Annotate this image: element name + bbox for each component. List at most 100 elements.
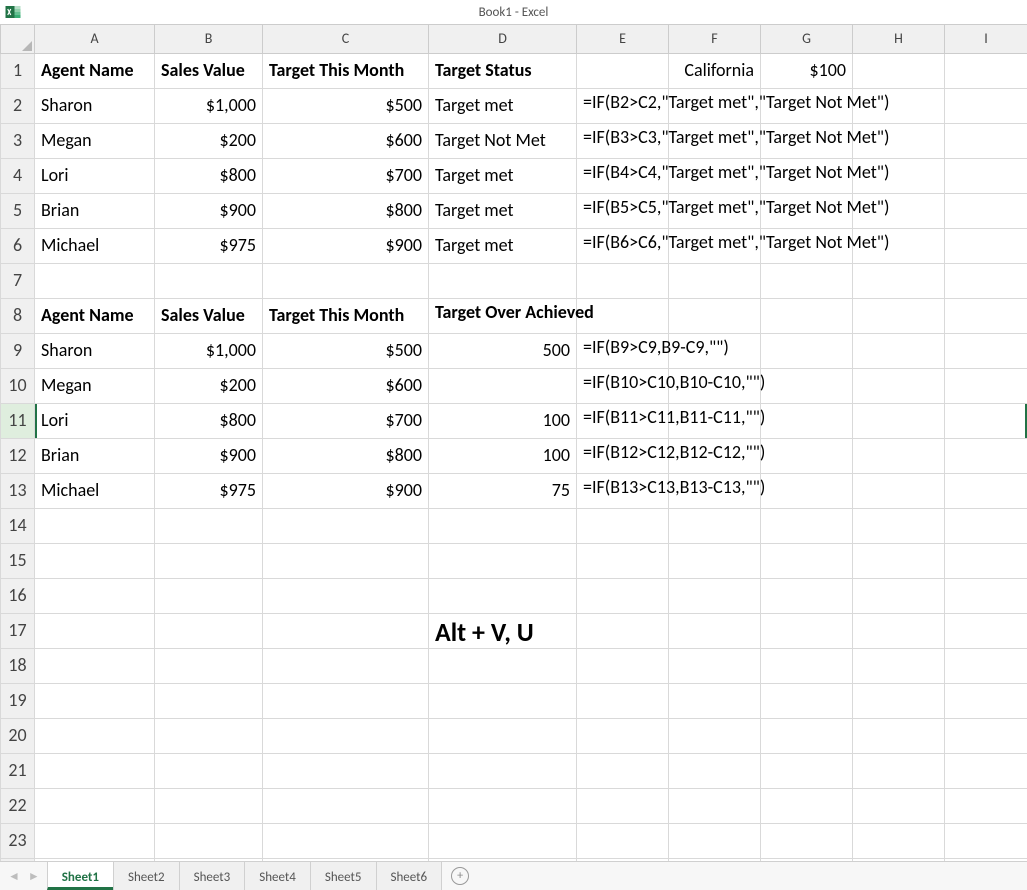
cell-G4[interactable] <box>761 159 853 194</box>
cell-H2[interactable] <box>853 89 945 124</box>
cell-A18[interactable] <box>35 649 155 684</box>
row-header-3[interactable]: 3 <box>1 124 35 159</box>
cell-G3[interactable] <box>761 124 853 159</box>
row-header-4[interactable]: 4 <box>1 159 35 194</box>
cell-F23[interactable] <box>669 824 761 859</box>
cell-H3[interactable] <box>853 124 945 159</box>
cell-B19[interactable] <box>155 684 263 719</box>
cell-B23[interactable] <box>155 824 263 859</box>
cell-C6[interactable]: $900 <box>263 229 429 264</box>
cell-E18[interactable] <box>577 649 669 684</box>
cell-D20[interactable] <box>429 719 577 754</box>
cell-G2[interactable] <box>761 89 853 124</box>
cell-C19[interactable] <box>263 684 429 719</box>
cell-G12[interactable] <box>761 439 853 474</box>
col-header-F[interactable]: F <box>669 25 761 54</box>
cell-C14[interactable] <box>263 509 429 544</box>
sheet-tab-sheet3[interactable]: Sheet3 <box>179 862 246 890</box>
cell-F13[interactable] <box>669 474 761 509</box>
cell-C7[interactable] <box>263 264 429 299</box>
cell-E3[interactable]: =IF(B3>C3,"Target met","Target Not Met") <box>577 124 669 159</box>
cell-B8[interactable]: Sales Value <box>155 299 263 334</box>
cell-A8[interactable]: Agent Name <box>35 299 155 334</box>
cell-F16[interactable] <box>669 579 761 614</box>
row-header-19[interactable]: 19 <box>1 684 35 719</box>
cell-H6[interactable] <box>853 229 945 264</box>
cell-H10[interactable] <box>853 369 945 404</box>
cell-H8[interactable] <box>853 299 945 334</box>
cell-A12[interactable]: Brian <box>35 439 155 474</box>
cell-H23[interactable] <box>853 824 945 859</box>
cell-I1[interactable] <box>945 54 1027 89</box>
cell-D21[interactable] <box>429 754 577 789</box>
cell-G17[interactable] <box>761 614 853 649</box>
cell-F12[interactable] <box>669 439 761 474</box>
cell-E13[interactable]: =IF(B13>C13,B13-C13,"") <box>577 474 669 509</box>
row-header-2[interactable]: 2 <box>1 89 35 124</box>
cell-F4[interactable] <box>669 159 761 194</box>
cell-C12[interactable]: $800 <box>263 439 429 474</box>
cell-F8[interactable] <box>669 299 761 334</box>
cell-D17[interactable]: Alt + V, U <box>429 614 577 649</box>
cell-F20[interactable] <box>669 719 761 754</box>
cell-H19[interactable] <box>853 684 945 719</box>
cell-B17[interactable] <box>155 614 263 649</box>
spreadsheet-grid[interactable]: A B C D E F G H I 1Agent NameSales Value… <box>0 24 1027 862</box>
cell-G8[interactable] <box>761 299 853 334</box>
cell-A22[interactable] <box>35 789 155 824</box>
cell-E8[interactable] <box>577 299 669 334</box>
cell-E22[interactable] <box>577 789 669 824</box>
cell-C23[interactable] <box>263 824 429 859</box>
cell-F3[interactable] <box>669 124 761 159</box>
cell-D23[interactable] <box>429 824 577 859</box>
cell-A13[interactable]: Michael <box>35 474 155 509</box>
cell-F10[interactable] <box>669 369 761 404</box>
cell-I6[interactable] <box>945 229 1027 264</box>
cell-B21[interactable] <box>155 754 263 789</box>
cell-E23[interactable] <box>577 824 669 859</box>
cell-E16[interactable] <box>577 579 669 614</box>
tab-nav-next-icon[interactable]: ► <box>28 869 40 884</box>
cell-H1[interactable] <box>853 54 945 89</box>
cell-A15[interactable] <box>35 544 155 579</box>
select-all-corner[interactable] <box>1 25 35 54</box>
cell-I7[interactable] <box>945 264 1027 299</box>
cell-I20[interactable] <box>945 719 1027 754</box>
cell-I14[interactable] <box>945 509 1027 544</box>
cell-G18[interactable] <box>761 649 853 684</box>
row-header-23[interactable]: 23 <box>1 824 35 859</box>
cell-C15[interactable] <box>263 544 429 579</box>
cell-F18[interactable] <box>669 649 761 684</box>
row-header-13[interactable]: 13 <box>1 474 35 509</box>
cell-A7[interactable] <box>35 264 155 299</box>
cell-H5[interactable] <box>853 194 945 229</box>
cell-D15[interactable] <box>429 544 577 579</box>
cell-E21[interactable] <box>577 754 669 789</box>
row-header-18[interactable]: 18 <box>1 649 35 684</box>
cell-E1[interactable] <box>577 54 669 89</box>
cell-A20[interactable] <box>35 719 155 754</box>
cell-A5[interactable]: Brian <box>35 194 155 229</box>
cell-C22[interactable] <box>263 789 429 824</box>
cell-G13[interactable] <box>761 474 853 509</box>
cell-G11[interactable] <box>761 404 853 439</box>
cell-F22[interactable] <box>669 789 761 824</box>
cell-A10[interactable]: Megan <box>35 369 155 404</box>
cell-G21[interactable] <box>761 754 853 789</box>
cell-A23[interactable] <box>35 824 155 859</box>
cell-C2[interactable]: $500 <box>263 89 429 124</box>
cell-B18[interactable] <box>155 649 263 684</box>
cell-B12[interactable]: $900 <box>155 439 263 474</box>
row-header-11[interactable]: 11 <box>1 404 35 439</box>
cell-H16[interactable] <box>853 579 945 614</box>
cell-E20[interactable] <box>577 719 669 754</box>
cell-E12[interactable]: =IF(B12>C12,B12-C12,"") <box>577 439 669 474</box>
cell-F19[interactable] <box>669 684 761 719</box>
sheet-tab-sheet5[interactable]: Sheet5 <box>310 862 377 890</box>
cell-A1[interactable]: Agent Name <box>35 54 155 89</box>
row-header-14[interactable]: 14 <box>1 509 35 544</box>
sheet-tab-sheet6[interactable]: Sheet6 <box>376 862 443 890</box>
cell-C11[interactable]: $700 <box>263 404 429 439</box>
cell-D3[interactable]: Target Not Met <box>429 124 577 159</box>
cell-F14[interactable] <box>669 509 761 544</box>
